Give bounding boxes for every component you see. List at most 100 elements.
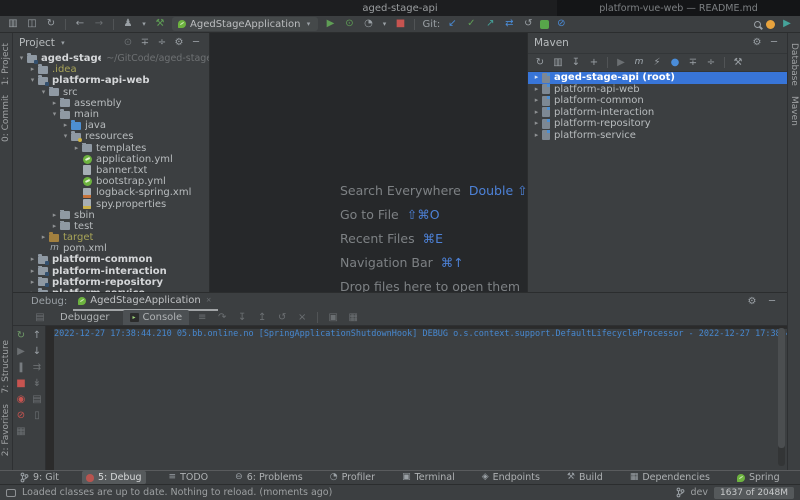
- restore-layout-icon[interactable]: ▦: [14, 425, 28, 439]
- project-tree-row[interactable]: bootstrap.yml: [13, 176, 209, 187]
- stop-icon[interactable]: ■: [14, 377, 28, 391]
- chevron-right-icon[interactable]: ▸: [532, 86, 541, 93]
- toolwindow-button-spring[interactable]: Spring: [733, 471, 784, 484]
- console-scrollbar[interactable]: [778, 328, 785, 466]
- chevron-right-icon[interactable]: ▸: [532, 132, 541, 139]
- project-tree-row[interactable]: ▾main: [13, 109, 209, 120]
- project-tree-row[interactable]: ▸java: [13, 120, 209, 131]
- step-over-icon[interactable]: ↷: [215, 311, 229, 325]
- project-tree-row[interactable]: ▸platform-common: [13, 254, 209, 265]
- toolwindow-button-todo[interactable]: ≡TODO: [165, 471, 213, 484]
- project-tree-row[interactable]: ▸platform-repository: [13, 277, 209, 288]
- chevron-down-icon[interactable]: ▾: [380, 17, 388, 31]
- chevron-down-icon[interactable]: ▾: [59, 36, 67, 50]
- git-push-icon[interactable]: ↗: [483, 17, 497, 31]
- add-icon[interactable]: +: [587, 56, 601, 70]
- locate-file-icon[interactable]: ⊙: [121, 36, 135, 50]
- project-tree-row[interactable]: ▾resources: [13, 131, 209, 142]
- download-sources-icon[interactable]: ↧: [569, 56, 583, 70]
- clear-console-icon[interactable]: ▯: [30, 409, 44, 423]
- project-tree-row[interactable]: ▾aged-stage-api~/GitCode/aged-stage/aged…: [13, 53, 209, 64]
- chevron-right-icon[interactable]: ▸: [532, 109, 541, 116]
- git-branch-icon[interactable]: [676, 487, 685, 498]
- project-panel-title[interactable]: Project: [19, 37, 55, 49]
- project-tree-row[interactable]: ▸platform-interaction: [13, 266, 209, 277]
- toolwindow-button-maven[interactable]: Maven: [789, 96, 799, 126]
- toolwindow-button----git[interactable]: 9: Git: [16, 471, 63, 484]
- editor-empty-area[interactable]: Search EverywhereDouble ⇧Go to File⇧⌘ORe…: [210, 33, 527, 292]
- generate-sources-icon[interactable]: ▥: [551, 56, 565, 70]
- maven-settings-icon[interactable]: ⚒: [731, 56, 745, 70]
- step-into-icon[interactable]: ↧: [235, 311, 249, 325]
- chevron-right-icon[interactable]: ▸: [532, 120, 541, 127]
- memory-indicator[interactable]: 1637 of 2048M: [714, 487, 794, 499]
- toolwindow-button-database[interactable]: Database: [789, 43, 799, 86]
- collapse-all-icon[interactable]: ÷: [155, 36, 169, 50]
- run-with-coverage-icon[interactable]: ⊙: [342, 17, 356, 31]
- chevron-down-icon[interactable]: ▾: [39, 89, 48, 96]
- run-profile-icon[interactable]: ♟: [121, 17, 135, 31]
- toolwindow-button-favorites[interactable]: 2: Favorites: [1, 404, 11, 456]
- tab-console[interactable]: ▸ Console: [123, 310, 190, 325]
- evaluate-icon[interactable]: ×: [295, 311, 309, 325]
- chevron-right-icon[interactable]: ▸: [50, 212, 59, 219]
- chevron-right-icon[interactable]: ▸: [28, 66, 37, 73]
- project-tree-row[interactable]: spy.properties: [13, 198, 209, 209]
- toolwindow-button-dependencies[interactable]: ▦Dependencies: [626, 471, 714, 484]
- git-compare-icon[interactable]: ⇄: [502, 17, 516, 31]
- project-tree-row[interactable]: ▸templates: [13, 143, 209, 154]
- toolwindow-button-endpoints[interactable]: ◈Endpoints: [478, 471, 544, 484]
- project-tree-row[interactable]: logback-spring.xml: [13, 187, 209, 198]
- git-update-icon[interactable]: ↙: [445, 17, 459, 31]
- project-tree-row[interactable]: ▾platform-api-web: [13, 75, 209, 86]
- profiler-icon[interactable]: [540, 20, 549, 29]
- expand-all-icon[interactable]: ∓: [686, 56, 700, 70]
- hide-panel-icon[interactable]: ─: [189, 36, 203, 50]
- scroll-to-end-icon[interactable]: ↡: [30, 377, 44, 391]
- pause-icon[interactable]: ‖: [14, 361, 28, 375]
- collapse-all-icon[interactable]: ÷: [704, 56, 718, 70]
- toolwindow-button----problems[interactable]: ⊖6: Problems: [231, 471, 307, 484]
- debug-session-tab[interactable]: AgedStageApplication ×: [73, 293, 217, 311]
- profiler-clock-icon[interactable]: ◔: [361, 17, 375, 31]
- chevron-down-icon[interactable]: ▾: [61, 133, 70, 140]
- up-stack-icon[interactable]: ↑: [30, 329, 44, 343]
- chevron-down-icon[interactable]: ▾: [50, 111, 59, 118]
- skip-tests-icon[interactable]: ⚡: [650, 56, 664, 70]
- background-window-titlebar[interactable]: platform-vue-web — README.md: [557, 0, 800, 16]
- run-maven-icon[interactable]: ▶: [614, 56, 628, 70]
- chevron-right-icon[interactable]: ▸: [50, 223, 59, 230]
- gear-icon[interactable]: ⚙: [750, 36, 764, 50]
- tab-debugger[interactable]: Debugger: [53, 310, 117, 325]
- reimport-icon[interactable]: ↻: [533, 56, 547, 70]
- chevron-down-icon[interactable]: ▾: [17, 55, 26, 62]
- run-to-cursor-icon[interactable]: ↺: [275, 311, 289, 325]
- git-branch-name[interactable]: dev: [691, 487, 709, 498]
- chevron-right-icon[interactable]: ▸: [28, 256, 37, 263]
- forward-icon[interactable]: →: [92, 17, 106, 31]
- chevron-right-icon[interactable]: ▸: [39, 234, 48, 241]
- project-tree-row[interactable]: ▸test: [13, 221, 209, 232]
- gear-icon[interactable]: ⚙: [172, 36, 186, 50]
- project-tree-row[interactable]: ▸sbin: [13, 210, 209, 221]
- project-tree-row[interactable]: ▸.idea: [13, 64, 209, 75]
- toolwindow-button-project[interactable]: 1: Project: [1, 43, 11, 85]
- project-tree-row[interactable]: application.yml: [13, 154, 209, 165]
- chevron-down-icon[interactable]: ▾: [140, 17, 148, 31]
- toolwindow-button----debug[interactable]: 5: Debug: [82, 471, 146, 484]
- step-out-icon[interactable]: ↥: [255, 311, 269, 325]
- toolwindow-button-build[interactable]: ⚒Build: [563, 471, 607, 484]
- project-tree-row[interactable]: ▸assembly: [13, 98, 209, 109]
- stop-icon[interactable]: ■: [393, 17, 407, 31]
- git-history-icon[interactable]: ↺: [521, 17, 535, 31]
- notification-bubble-icon[interactable]: [6, 489, 16, 497]
- search-icon[interactable]: [754, 21, 761, 28]
- open-icon[interactable]: ▥: [6, 17, 20, 31]
- toolwindow-button-profiler[interactable]: ◔Profiler: [326, 471, 379, 484]
- chevron-down-icon[interactable]: ▾: [28, 77, 37, 84]
- scrollbar-thumb[interactable]: [778, 328, 785, 448]
- hide-panel-icon[interactable]: ─: [765, 295, 779, 309]
- run-icon[interactable]: ▶: [323, 17, 337, 31]
- layout-settings-icon[interactable]: ▤: [33, 311, 47, 325]
- console-output[interactable]: 2022-12-27 17:38:44.210 05.bb.online.no …: [46, 326, 787, 470]
